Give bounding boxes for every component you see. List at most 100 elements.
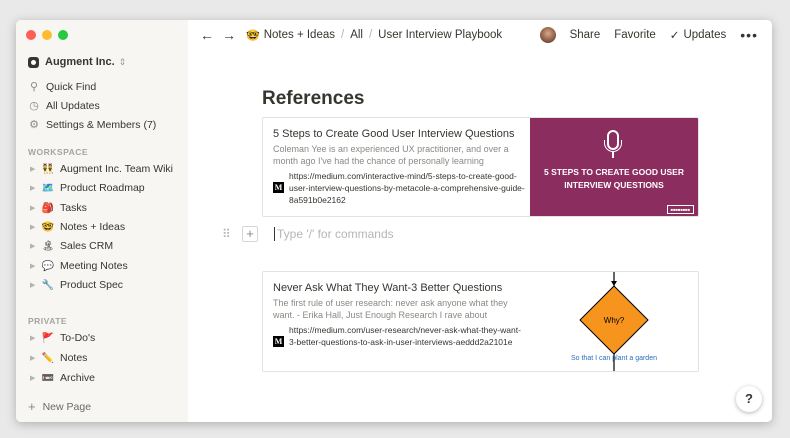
expand-triangle-icon[interactable]: ▶ bbox=[30, 184, 40, 192]
workspace-logo-icon bbox=[28, 56, 39, 68]
back-arrow-icon[interactable]: ← bbox=[200, 27, 214, 43]
sidebar-item-archive[interactable]: ▶ 📼 Archive bbox=[30, 372, 95, 384]
bookmark-title: Never Ask What They Want-3 Better Questi… bbox=[273, 282, 503, 294]
dancers-emoji-icon: 👯 bbox=[41, 163, 55, 175]
videocassette-emoji-icon: 📼 bbox=[41, 372, 55, 384]
speech-bubble-emoji-icon: 💬 bbox=[41, 260, 55, 272]
flag-emoji-icon: 🚩 bbox=[41, 332, 55, 344]
close-window-button[interactable] bbox=[26, 30, 36, 40]
pencil-emoji-icon: ✏️ bbox=[41, 352, 55, 364]
thumbnail-text: 5 STEPS TO CREATE GOOD USER INTERVIEW QU… bbox=[544, 167, 684, 190]
breadcrumb-notes-ideas[interactable]: Notes + Ideas bbox=[264, 29, 335, 41]
expand-triangle-icon[interactable]: ▶ bbox=[30, 204, 40, 212]
backpack-emoji-icon: 🎒 bbox=[41, 202, 55, 214]
page-heading: References bbox=[262, 88, 365, 109]
empty-block[interactable]: ⠿ + Type '/' for commands bbox=[222, 223, 702, 245]
page-content: References 5 Steps to Create Good User I… bbox=[222, 50, 699, 372]
add-block-button[interactable]: + bbox=[242, 226, 258, 242]
nerd-face-emoji-icon: 🤓 bbox=[246, 29, 260, 42]
sidebar-item-label: To-Do's bbox=[60, 332, 96, 344]
updates-button[interactable]: ✓ Updates bbox=[670, 28, 726, 42]
checkmark-icon: ✓ bbox=[669, 30, 680, 42]
sidebar-item-todos[interactable]: ▶ 🚩 To-Do's bbox=[30, 332, 95, 344]
medium-logo-icon: M bbox=[273, 336, 284, 347]
sidebar-item-meeting-notes[interactable]: ▶ 💬 Meeting Notes bbox=[30, 260, 128, 272]
sidebar-item-team-wiki[interactable]: ▶ 👯 Augment Inc. Team Wiki bbox=[30, 163, 173, 175]
chevron-updown-icon: ⇕ bbox=[118, 56, 127, 67]
section-workspace: WORKSPACE bbox=[28, 147, 89, 157]
sidebar-item-product-roadmap[interactable]: ▶ 🗺️ Product Roadmap bbox=[30, 182, 145, 194]
bookmark-url: https://medium.com/user-research/never-a… bbox=[289, 325, 521, 347]
sidebar-item-label: Notes bbox=[60, 352, 88, 364]
bookmark-title: 5 Steps to Create Good User Interview Qu… bbox=[273, 128, 515, 140]
workspace-switcher[interactable]: Augment Inc. ⇕ bbox=[28, 56, 126, 68]
expand-triangle-icon[interactable]: ▶ bbox=[30, 334, 40, 342]
sidebar-item-product-spec[interactable]: ▶ 🔧 Product Spec bbox=[30, 279, 123, 291]
bookmark-card[interactable]: Never Ask What They Want-3 Better Questi… bbox=[262, 271, 699, 372]
map-emoji-icon: 🗺️ bbox=[41, 182, 55, 194]
app-window: Augment Inc. ⇕ ⚲ Quick Find ◷ All Update… bbox=[16, 20, 772, 422]
sidebar-item-sales-crm[interactable]: ▶ 🏝 Sales CRM bbox=[30, 240, 113, 252]
breadcrumb-user-interview-playbook[interactable]: User Interview Playbook bbox=[378, 29, 502, 41]
workspace-name: Augment Inc. bbox=[45, 56, 115, 68]
bookmark-description: The first rule of user research: never a… bbox=[273, 298, 508, 320]
minimize-window-button[interactable] bbox=[42, 30, 52, 40]
bookmark-url-row: M https://medium.com/interactive-mind/5-… bbox=[273, 170, 528, 206]
sidebar-item-notes[interactable]: ▶ ✏️ Notes bbox=[30, 352, 87, 364]
expand-triangle-icon[interactable]: ▶ bbox=[30, 262, 40, 270]
nav-label: Quick Find bbox=[46, 80, 97, 93]
favorite-button[interactable]: Favorite bbox=[614, 29, 656, 41]
nav-settings-members[interactable]: ⚙ Settings & Members (7) bbox=[28, 118, 156, 132]
sidebar-item-label: Meeting Notes bbox=[60, 260, 128, 272]
medium-logo-icon: M bbox=[273, 182, 284, 193]
bookmark-card[interactable]: 5 Steps to Create Good User Interview Qu… bbox=[262, 117, 699, 217]
text-cursor bbox=[274, 227, 275, 241]
forward-arrow-icon[interactable]: → bbox=[222, 27, 236, 43]
bookmark-description: Coleman Yee is an experienced UX practit… bbox=[273, 144, 509, 166]
microphone-base-icon bbox=[612, 152, 614, 158]
diagram-label: Why? bbox=[604, 316, 625, 325]
new-page-button[interactable]: + New Page bbox=[28, 399, 91, 414]
help-button[interactable]: ? bbox=[736, 386, 762, 412]
gear-icon: ⚙ bbox=[29, 119, 39, 131]
sidebar-item-tasks[interactable]: ▶ 🎒 Tasks bbox=[30, 202, 87, 214]
sidebar-item-notes-ideas[interactable]: ▶ 🤓 Notes + Ideas bbox=[30, 221, 125, 233]
sidebar-item-label: Notes + Ideas bbox=[60, 221, 126, 233]
bookmark-text: Never Ask What They Want-3 Better Questi… bbox=[273, 282, 528, 348]
more-options-button[interactable]: ••• bbox=[740, 27, 758, 43]
sidebar: Augment Inc. ⇕ ⚲ Quick Find ◷ All Update… bbox=[16, 20, 188, 422]
share-button[interactable]: Share bbox=[570, 29, 601, 41]
bookmark-thumbnail: Why? So that I can plant a garden bbox=[530, 272, 698, 371]
diagram-caption: So that I can plant a garden bbox=[571, 355, 657, 362]
zoom-window-button[interactable] bbox=[58, 30, 68, 40]
nav-quick-find[interactable]: ⚲ Quick Find bbox=[28, 80, 97, 94]
window-controls bbox=[26, 30, 68, 40]
sidebar-item-label: Product Roadmap bbox=[60, 182, 145, 194]
section-private: PRIVATE bbox=[28, 316, 68, 326]
expand-triangle-icon[interactable]: ▶ bbox=[30, 242, 40, 250]
sidebar-item-label: Sales CRM bbox=[60, 240, 114, 252]
nav-label: All Updates bbox=[46, 99, 100, 112]
expand-triangle-icon[interactable]: ▶ bbox=[30, 165, 40, 173]
nav-all-updates[interactable]: ◷ All Updates bbox=[28, 99, 100, 113]
topbar-actions: Share Favorite ✓ Updates ••• bbox=[539, 20, 758, 50]
bookmark-url-row: M https://medium.com/user-research/never… bbox=[273, 324, 528, 348]
expand-triangle-icon[interactable]: ▶ bbox=[30, 354, 40, 362]
search-icon: ⚲ bbox=[29, 81, 39, 93]
command-placeholder[interactable]: Type '/' for commands bbox=[277, 227, 394, 241]
expand-triangle-icon[interactable]: ▶ bbox=[30, 374, 40, 382]
breadcrumb-separator: / bbox=[340, 29, 345, 41]
microphone-stand-icon bbox=[604, 140, 622, 152]
breadcrumb: 🤓 Notes + Ideas / All / User Interview P… bbox=[246, 29, 502, 42]
sidebar-item-label: Augment Inc. Team Wiki bbox=[60, 163, 174, 175]
drag-handle-icon[interactable]: ⠿ bbox=[222, 227, 236, 241]
thumbnail-badge: ■■■■■■■■ bbox=[666, 205, 694, 214]
expand-triangle-icon[interactable]: ▶ bbox=[30, 223, 40, 231]
flowchart-diagram: Why? So that I can plant a garden bbox=[571, 272, 657, 371]
clock-icon: ◷ bbox=[29, 100, 39, 112]
topbar: ← → 🤓 Notes + Ideas / All / User Intervi… bbox=[188, 20, 772, 50]
expand-triangle-icon[interactable]: ▶ bbox=[30, 281, 40, 289]
avatar[interactable] bbox=[539, 27, 556, 43]
breadcrumb-separator: / bbox=[368, 29, 373, 41]
breadcrumb-all[interactable]: All bbox=[350, 29, 363, 41]
